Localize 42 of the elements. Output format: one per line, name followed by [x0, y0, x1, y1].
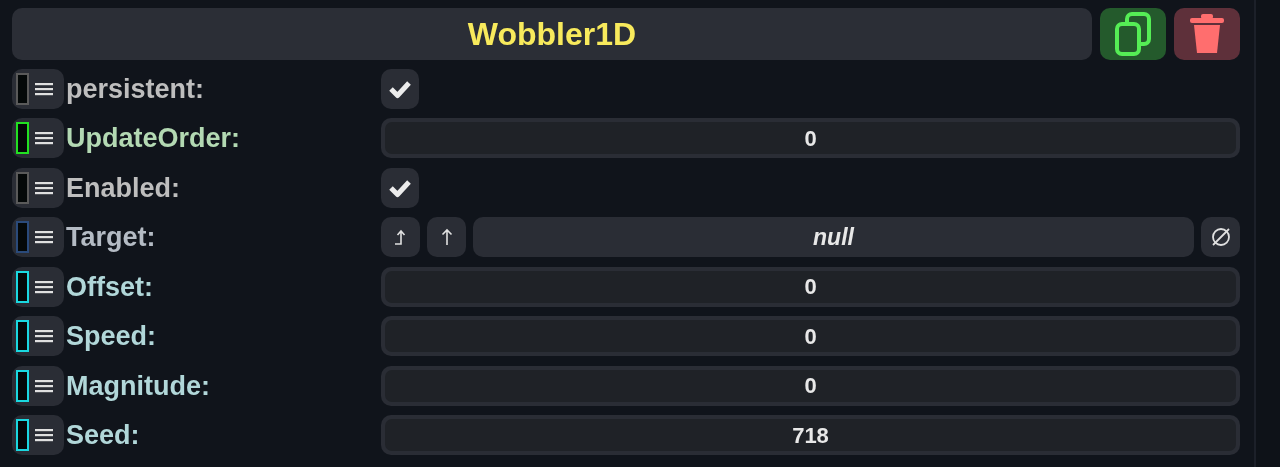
reference-field[interactable]: null	[473, 217, 1194, 258]
field-label: Enabled:	[66, 171, 180, 205]
field-handle[interactable]	[12, 68, 64, 109]
select-up-button[interactable]	[427, 217, 466, 258]
field-label: Magnitude:	[66, 369, 210, 403]
field-label: persistent:	[66, 72, 205, 106]
menu-icon[interactable]	[35, 81, 53, 96]
assign-button[interactable]	[381, 217, 420, 258]
field-handle[interactable]	[12, 217, 64, 258]
delete-button[interactable]	[1174, 8, 1240, 60]
number-field[interactable]: 0	[381, 365, 1240, 406]
number-field[interactable]: 0	[381, 118, 1240, 159]
copy-icon	[1113, 11, 1153, 57]
checkbox[interactable]	[381, 68, 419, 109]
menu-icon[interactable]	[35, 279, 53, 294]
field-label: Speed:	[66, 320, 157, 353]
field-handle[interactable]	[12, 118, 64, 159]
menu-icon[interactable]	[35, 329, 53, 344]
menu-icon[interactable]	[35, 230, 53, 245]
clear-icon	[1209, 226, 1232, 249]
field-handle[interactable]	[12, 316, 64, 357]
field-handle[interactable]	[12, 415, 64, 456]
number-field[interactable]: 718	[381, 415, 1240, 456]
field-handle[interactable]	[12, 167, 64, 208]
field-label: Seed:	[66, 419, 140, 452]
menu-icon[interactable]	[35, 131, 53, 146]
clear-button[interactable]	[1201, 217, 1240, 258]
field-handle[interactable]	[12, 266, 64, 307]
field-label: Target:	[66, 221, 156, 254]
up-arrow-icon	[440, 228, 453, 247]
menu-icon[interactable]	[35, 180, 53, 195]
component-title: Wobbler1D	[467, 15, 637, 54]
number-field[interactable]: 0	[381, 266, 1240, 307]
field-label: Offset:	[66, 270, 153, 304]
corner-up-arrow-icon	[393, 229, 408, 246]
menu-icon[interactable]	[35, 378, 53, 393]
field-label: UpdateOrder:	[66, 122, 241, 155]
field-handle[interactable]	[12, 365, 64, 406]
menu-icon[interactable]	[35, 428, 53, 443]
number-field[interactable]: 0	[381, 316, 1240, 357]
checkbox[interactable]	[381, 167, 419, 208]
duplicate-button[interactable]	[1100, 8, 1166, 60]
